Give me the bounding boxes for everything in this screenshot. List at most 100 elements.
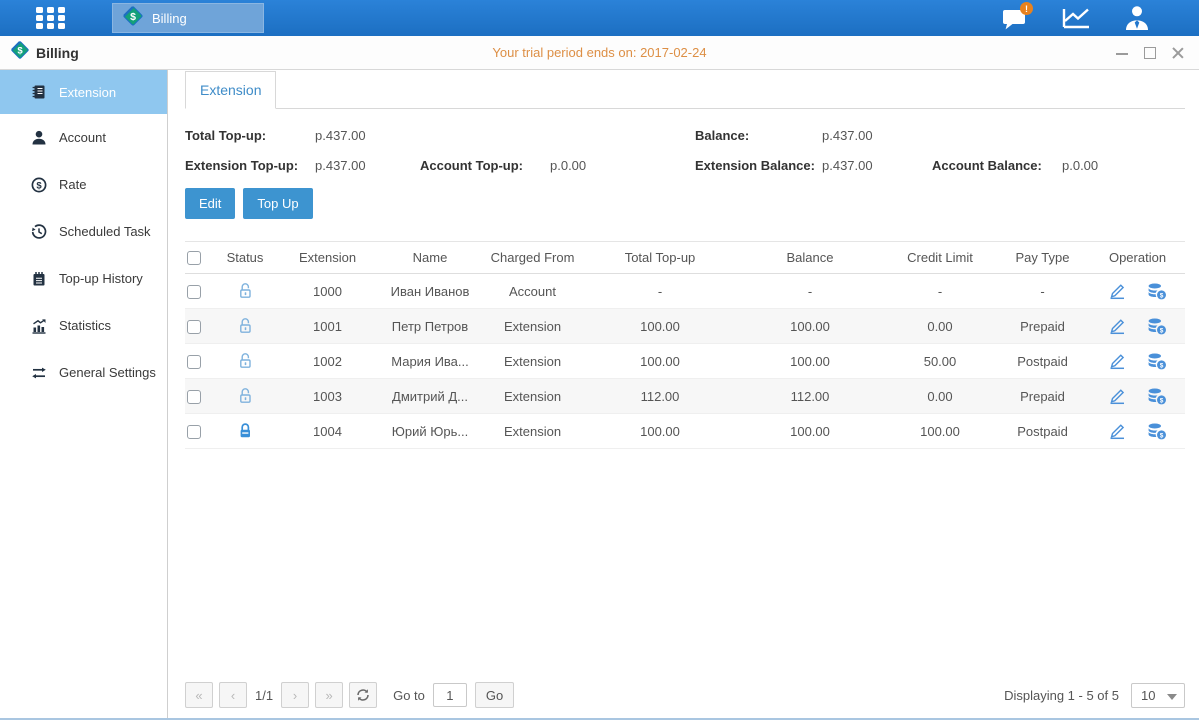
user-icon[interactable] <box>1123 5 1151 31</box>
account-topup-label: Account Top-up: <box>420 158 550 173</box>
cell-total-topup: 100.00 <box>585 414 735 449</box>
table-row: 1004 Юрий Юрь... Extension 100.00 100.00… <box>185 414 1185 449</box>
extension-balance-label: Extension Balance: <box>695 158 822 173</box>
reports-icon[interactable] <box>1061 6 1091 30</box>
col-total-topup: Total Top-up <box>585 242 735 274</box>
sidebar-item-topup-history[interactable]: Top-up History <box>0 255 167 302</box>
general-settings-icon <box>30 365 47 381</box>
cell-balance: 112.00 <box>735 379 885 414</box>
cell-balance: 100.00 <box>735 309 885 344</box>
row-checkbox[interactable] <box>187 390 201 404</box>
maximize-button[interactable] <box>1143 46 1157 60</box>
cell-status <box>215 379 275 414</box>
row-checkbox[interactable] <box>187 425 201 439</box>
sidebar-item-scheduled-task[interactable]: Scheduled Task <box>0 208 167 255</box>
next-page-button[interactable]: › <box>281 682 309 708</box>
tab-extension[interactable]: Extension <box>185 71 276 109</box>
sidebar-item-label: Extension <box>59 85 116 100</box>
chevron-down-icon <box>1167 694 1177 700</box>
account-icon <box>30 130 47 146</box>
page-size-select[interactable]: 10 <box>1131 683 1185 708</box>
top-up-button[interactable]: Top Up <box>243 188 312 219</box>
cell-charged-from: Extension <box>480 344 585 379</box>
goto-page-input[interactable] <box>433 683 467 707</box>
cell-operation: $ <box>1090 379 1185 414</box>
cell-charged-from: Extension <box>480 414 585 449</box>
sidebar-item-rate[interactable]: $ Rate <box>0 161 167 208</box>
total-topup-label: Total Top-up: <box>185 128 315 143</box>
cell-charged-from: Extension <box>480 379 585 414</box>
edit-icon[interactable] <box>1108 353 1127 370</box>
edit-icon[interactable] <box>1108 318 1127 335</box>
sidebar-item-account[interactable]: Account <box>0 114 167 161</box>
displaying-text: Displaying 1 - 5 of 5 <box>1004 688 1119 703</box>
goto-label: Go to <box>393 688 425 703</box>
close-button[interactable] <box>1171 46 1185 60</box>
svg-text:$: $ <box>1160 362 1164 369</box>
row-checkbox[interactable] <box>187 355 201 369</box>
svg-text:$: $ <box>1160 327 1164 334</box>
sidebar-item-extension[interactable]: Extension <box>0 70 167 114</box>
sidebar-item-label: Statistics <box>59 318 111 333</box>
svg-text:$: $ <box>130 10 136 22</box>
pagination-bar: « ‹ 1/1 › » Go to Go Displaying 1 - 5 of… <box>185 682 1185 708</box>
topup-icon[interactable]: $ <box>1147 283 1167 300</box>
select-all-checkbox[interactable] <box>187 251 201 265</box>
first-page-button[interactable]: « <box>185 682 213 708</box>
window-title: Billing <box>36 45 79 61</box>
total-topup-value: p.437.00 <box>315 128 695 143</box>
cell-extension: 1004 <box>275 414 380 449</box>
row-checkbox[interactable] <box>187 320 201 334</box>
extension-topup-value: p.437.00 <box>315 158 420 173</box>
cell-extension: 1001 <box>275 309 380 344</box>
page-size-value: 10 <box>1141 688 1155 703</box>
cell-charged-from: Extension <box>480 309 585 344</box>
extension-icon <box>30 84 47 100</box>
topup-icon[interactable]: $ <box>1147 353 1167 370</box>
svg-text:$: $ <box>17 45 23 56</box>
billing-window-icon: $ <box>10 40 30 65</box>
table-header-row: Status Extension Name Charged From Total… <box>185 242 1185 274</box>
last-page-button[interactable]: » <box>315 682 343 708</box>
lock-open-icon <box>237 282 254 300</box>
cell-credit-limit: - <box>885 274 995 309</box>
app-launcher-icon[interactable] <box>36 7 70 29</box>
cell-pay-type: - <box>995 274 1090 309</box>
cell-pay-type: Prepaid <box>995 379 1090 414</box>
edit-button[interactable]: Edit <box>185 188 235 219</box>
sidebar-item-statistics[interactable]: Statistics <box>0 302 167 349</box>
cell-name: Иван Иванов <box>380 274 480 309</box>
sidebar-item-label: Scheduled Task <box>59 224 151 239</box>
edit-icon[interactable] <box>1108 388 1127 405</box>
prev-page-button[interactable]: ‹ <box>219 682 247 708</box>
cell-operation: $ <box>1090 344 1185 379</box>
cell-credit-limit: 0.00 <box>885 309 995 344</box>
cell-status <box>215 414 275 449</box>
topup-icon[interactable]: $ <box>1147 423 1167 440</box>
messages-icon[interactable]: ! <box>1002 6 1029 30</box>
col-operation: Operation <box>1090 242 1185 274</box>
minimize-button[interactable] <box>1115 46 1129 60</box>
cell-operation: $ <box>1090 414 1185 449</box>
go-button[interactable]: Go <box>475 682 514 708</box>
edit-icon[interactable] <box>1108 423 1127 440</box>
lock-open-icon <box>237 317 254 335</box>
cell-status <box>215 309 275 344</box>
page-indicator: 1/1 <box>255 688 273 703</box>
lock-open-icon <box>237 352 254 370</box>
cell-charged-from: Account <box>480 274 585 309</box>
balance-value: p.437.00 <box>822 128 873 143</box>
sidebar-item-label: Rate <box>59 177 86 192</box>
taskbar-tab-label: Billing <box>152 11 187 26</box>
cell-pay-type: Postpaid <box>995 414 1090 449</box>
topup-icon[interactable]: $ <box>1147 318 1167 335</box>
extension-topup-label: Extension Top-up: <box>185 158 315 173</box>
refresh-button[interactable] <box>349 682 377 708</box>
sidebar-item-general-settings[interactable]: General Settings <box>0 349 167 396</box>
taskbar-tab-billing[interactable]: $ Billing <box>112 3 264 33</box>
edit-icon[interactable] <box>1108 283 1127 300</box>
topup-icon[interactable]: $ <box>1147 388 1167 405</box>
row-checkbox[interactable] <box>187 285 201 299</box>
cell-total-topup: 112.00 <box>585 379 735 414</box>
scheduled-task-icon <box>30 224 47 240</box>
